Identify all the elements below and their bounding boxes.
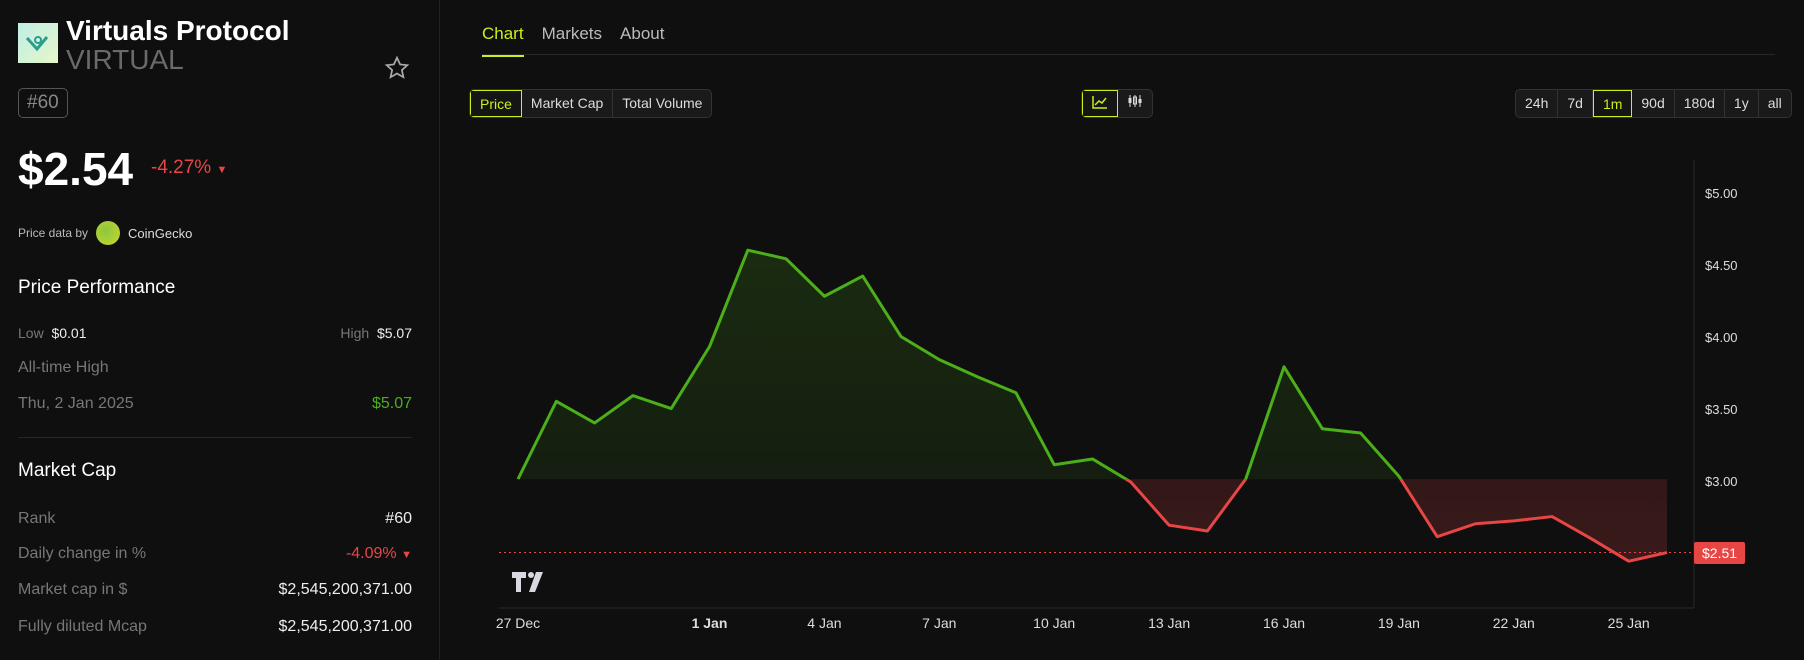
y-tick-label: $4.00 bbox=[1705, 330, 1738, 345]
x-tick-label: 19 Jan bbox=[1377, 615, 1420, 631]
y-tick-label: $5.00 bbox=[1705, 186, 1738, 201]
x-tick-label: 25 Jan bbox=[1607, 615, 1650, 631]
x-tick-label: 16 Jan bbox=[1262, 615, 1306, 631]
x-tick-label: 13 Jan bbox=[1148, 615, 1191, 631]
x-tick-label: 27 Dec bbox=[495, 615, 541, 631]
x-tick-label: 7 Jan bbox=[922, 615, 957, 631]
current-price-tag: $2.51 bbox=[1694, 541, 1746, 564]
price-chart[interactable] bbox=[0, 0, 1804, 660]
x-tick-label: 1 Jan bbox=[691, 615, 728, 631]
y-tick-label: $4.50 bbox=[1705, 258, 1738, 273]
x-tick-label: 4 Jan bbox=[807, 615, 842, 631]
x-tick-label: 22 Jan bbox=[1492, 615, 1535, 631]
y-tick-label: $3.00 bbox=[1705, 474, 1738, 489]
y-tick-label: $3.50 bbox=[1705, 402, 1738, 417]
x-tick-label: 10 Jan bbox=[1033, 615, 1076, 631]
tradingview-logo-icon bbox=[512, 572, 543, 592]
